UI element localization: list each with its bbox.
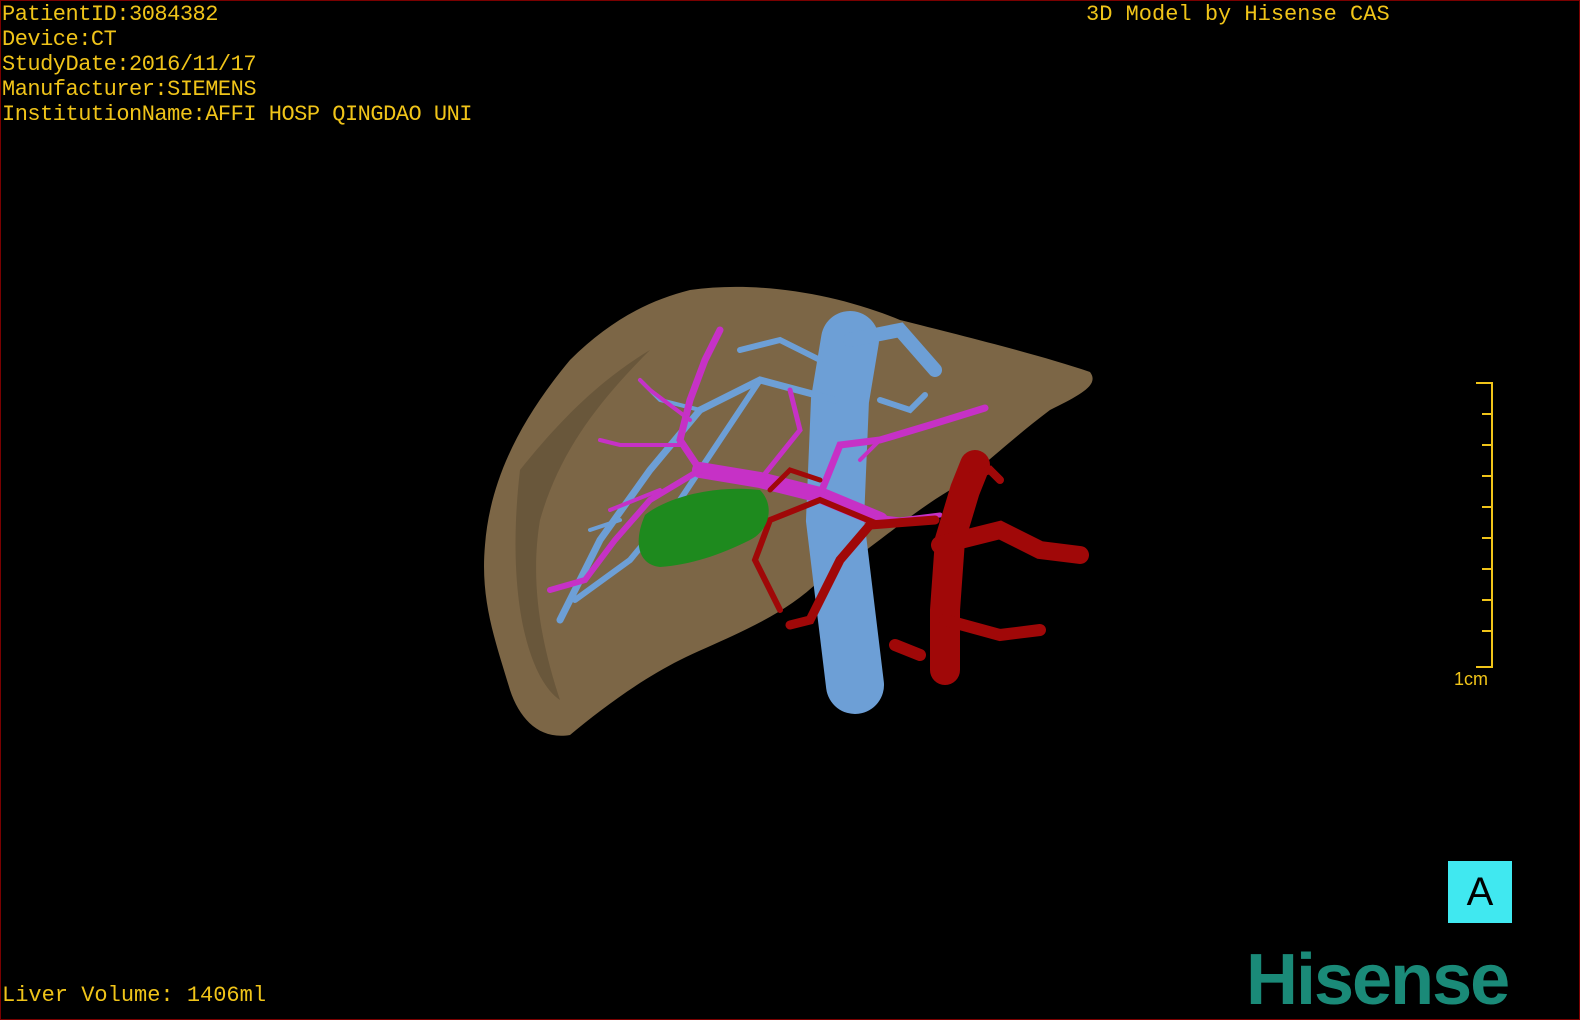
3d-liver-model-viewport[interactable]: [0, 0, 1580, 1020]
orientation-anterior-badge[interactable]: A: [1448, 861, 1512, 923]
scale-bar: [1476, 382, 1493, 668]
liver-volume-readout: Liver Volume: 1406ml: [2, 983, 267, 1008]
model-credit: 3D Model by Hisense CAS: [1086, 2, 1390, 27]
patient-id: PatientID:3084382: [2, 2, 218, 27]
scale-bar-label: 1cm: [1454, 669, 1489, 689]
study-date: StudyDate:2016/11/17: [2, 52, 257, 77]
patient-info-overlay: PatientID:3084382 Device:CT StudyDate:20…: [2, 2, 472, 127]
institution-name: InstitutionName:AFFI HOSP QINGDAO UNI: [2, 102, 472, 127]
manufacturer: Manufacturer:SIEMENS: [2, 77, 257, 102]
device: Device:CT: [2, 27, 117, 52]
hisense-logo: Hisense: [1246, 940, 1510, 1020]
